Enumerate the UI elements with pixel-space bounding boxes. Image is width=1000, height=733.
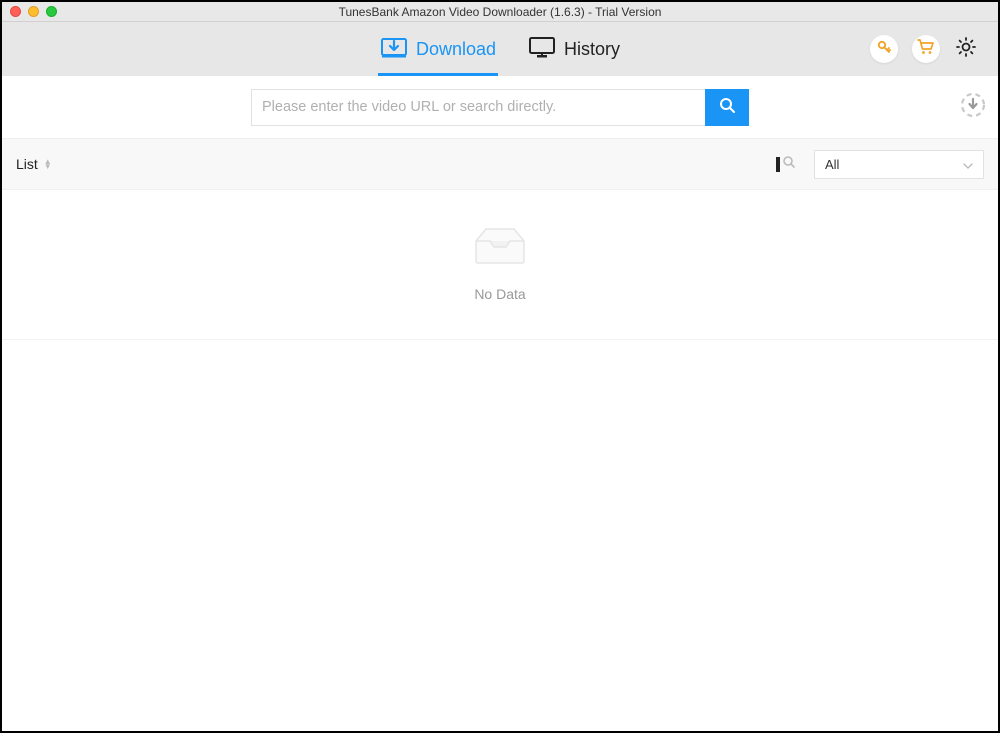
search-button[interactable] (705, 89, 749, 126)
tab-history-label: History (564, 39, 620, 60)
inbox-icon (472, 227, 528, 270)
list-label: List (16, 156, 38, 172)
monitor-icon (528, 35, 556, 64)
header-actions (870, 35, 978, 63)
tab-download[interactable]: Download (378, 22, 498, 76)
maximize-icon[interactable] (46, 6, 57, 17)
close-icon[interactable] (10, 6, 21, 17)
gear-icon (955, 36, 977, 63)
search-icon (719, 97, 736, 117)
download-icon (380, 35, 408, 64)
window-title: TunesBank Amazon Video Downloader (1.6.3… (339, 5, 662, 19)
register-button[interactable] (870, 35, 898, 63)
filter-select[interactable]: All (814, 150, 984, 179)
search-wrapper (251, 89, 749, 126)
search-section (2, 76, 998, 138)
inline-search-button[interactable] (776, 155, 796, 174)
purchase-button[interactable] (912, 35, 940, 63)
list-controls: All (776, 150, 984, 179)
tab-download-label: Download (416, 39, 496, 60)
tab-history[interactable]: History (526, 22, 622, 76)
small-search-icon (782, 155, 796, 174)
list-bar: List ▲ ▼ All (2, 138, 998, 190)
search-input[interactable] (251, 89, 705, 126)
header: Download History (2, 22, 998, 76)
download-progress-icon (960, 92, 986, 123)
window-controls (2, 6, 57, 17)
chevron-down-icon (963, 157, 973, 172)
sort-icon: ▲ ▼ (44, 159, 52, 169)
list-label-group[interactable]: List ▲ ▼ (16, 156, 52, 172)
minimize-icon[interactable] (28, 6, 39, 17)
download-progress-button[interactable] (960, 94, 986, 120)
tab-bar: Download History (378, 22, 622, 76)
empty-text: No Data (474, 286, 525, 302)
settings-button[interactable] (954, 37, 978, 61)
app-window: TunesBank Amazon Video Downloader (1.6.3… (0, 0, 1000, 733)
title-bar: TunesBank Amazon Video Downloader (1.6.3… (2, 2, 998, 22)
filter-selected-label: All (825, 157, 839, 172)
cart-icon (917, 39, 935, 60)
text-cursor-icon (776, 157, 780, 172)
key-icon (876, 39, 892, 60)
empty-state: No Data (2, 190, 998, 340)
